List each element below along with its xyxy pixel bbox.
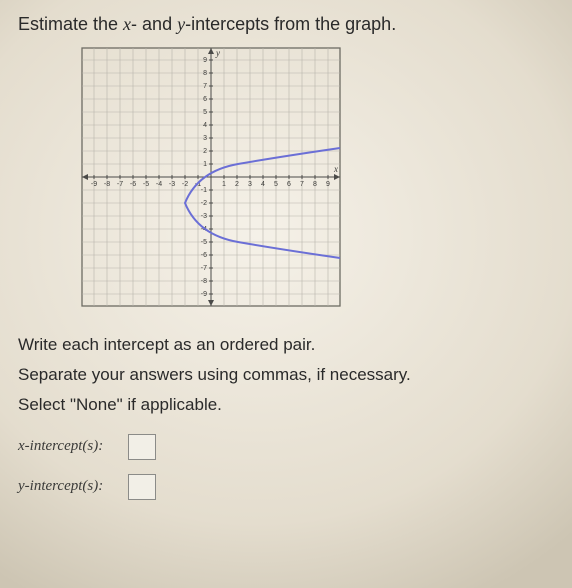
graph-svg: placeholder x y -9-9-8-8-7-7-6-6-5-5-4-4…	[78, 44, 344, 310]
instructions-block: Write each intercept as an ordered pair.…	[18, 330, 554, 419]
svg-text:3: 3	[203, 135, 207, 142]
x-intercept-input[interactable]	[128, 434, 156, 460]
svg-text:7: 7	[203, 83, 207, 90]
svg-text:4: 4	[203, 122, 207, 129]
svg-text:-8: -8	[201, 278, 207, 285]
svg-text:-5: -5	[143, 181, 149, 188]
svg-text:6: 6	[287, 181, 291, 188]
instruction-line-1: Write each intercept as an ordered pair.	[18, 330, 554, 360]
graph-container: placeholder x y -9-9-8-8-7-7-6-6-5-5-4-4…	[78, 44, 554, 310]
q-yvar: y	[177, 14, 185, 34]
svg-text:-9: -9	[201, 291, 207, 298]
y-intercept-input[interactable]	[128, 474, 156, 500]
svg-text:-5: -5	[201, 239, 207, 246]
q-and: and	[137, 14, 177, 34]
question-text: Estimate the x- and y-intercepts from th…	[18, 12, 554, 36]
svg-text:8: 8	[313, 181, 317, 188]
y-axis-arrow-up	[208, 48, 214, 54]
instruction-line-3: Select "None" if applicable.	[18, 390, 554, 420]
y-intercept-row: y-intercept(s):	[18, 474, 554, 500]
svg-text:4: 4	[261, 181, 265, 188]
y-axis-arrow-down	[208, 300, 214, 306]
svg-text:-7: -7	[201, 265, 207, 272]
svg-text:2: 2	[203, 148, 207, 155]
svg-text:9: 9	[203, 57, 207, 64]
svg-text:-8: -8	[104, 181, 110, 188]
svg-text:3: 3	[248, 181, 252, 188]
svg-text:-7: -7	[117, 181, 123, 188]
svg-text:-2: -2	[182, 181, 188, 188]
q-suffix: -intercepts from the graph.	[185, 14, 396, 34]
x-axis-label: x	[333, 164, 338, 174]
svg-text:-1: -1	[201, 187, 207, 194]
svg-text:9: 9	[326, 181, 330, 188]
svg-text:1: 1	[222, 181, 226, 188]
svg-text:-3: -3	[201, 213, 207, 220]
q-xvar: x	[123, 14, 131, 34]
svg-text:-3: -3	[169, 181, 175, 188]
svg-text:-6: -6	[201, 252, 207, 259]
svg-text:5: 5	[274, 181, 278, 188]
x-axis-arrow-right	[334, 174, 340, 180]
svg-text:5: 5	[203, 109, 207, 116]
svg-text:7: 7	[300, 181, 304, 188]
y-intercept-label: y-intercept(s):	[18, 478, 128, 495]
svg-text:8: 8	[203, 70, 207, 77]
svg-text:2: 2	[235, 181, 239, 188]
x-intercept-row: x-intercept(s):	[18, 434, 554, 460]
x-axis-arrow-left	[82, 174, 88, 180]
svg-text:-6: -6	[130, 181, 136, 188]
y-axis-label: y	[215, 48, 220, 58]
svg-text:1: 1	[203, 161, 207, 168]
q-prefix: Estimate the	[18, 14, 123, 34]
svg-text:6: 6	[203, 96, 207, 103]
svg-text:-9: -9	[91, 181, 97, 188]
instruction-line-2: Separate your answers using commas, if n…	[18, 360, 554, 390]
x-intercept-label: x-intercept(s):	[18, 438, 128, 455]
svg-text:-4: -4	[156, 181, 162, 188]
svg-text:-2: -2	[201, 200, 207, 207]
